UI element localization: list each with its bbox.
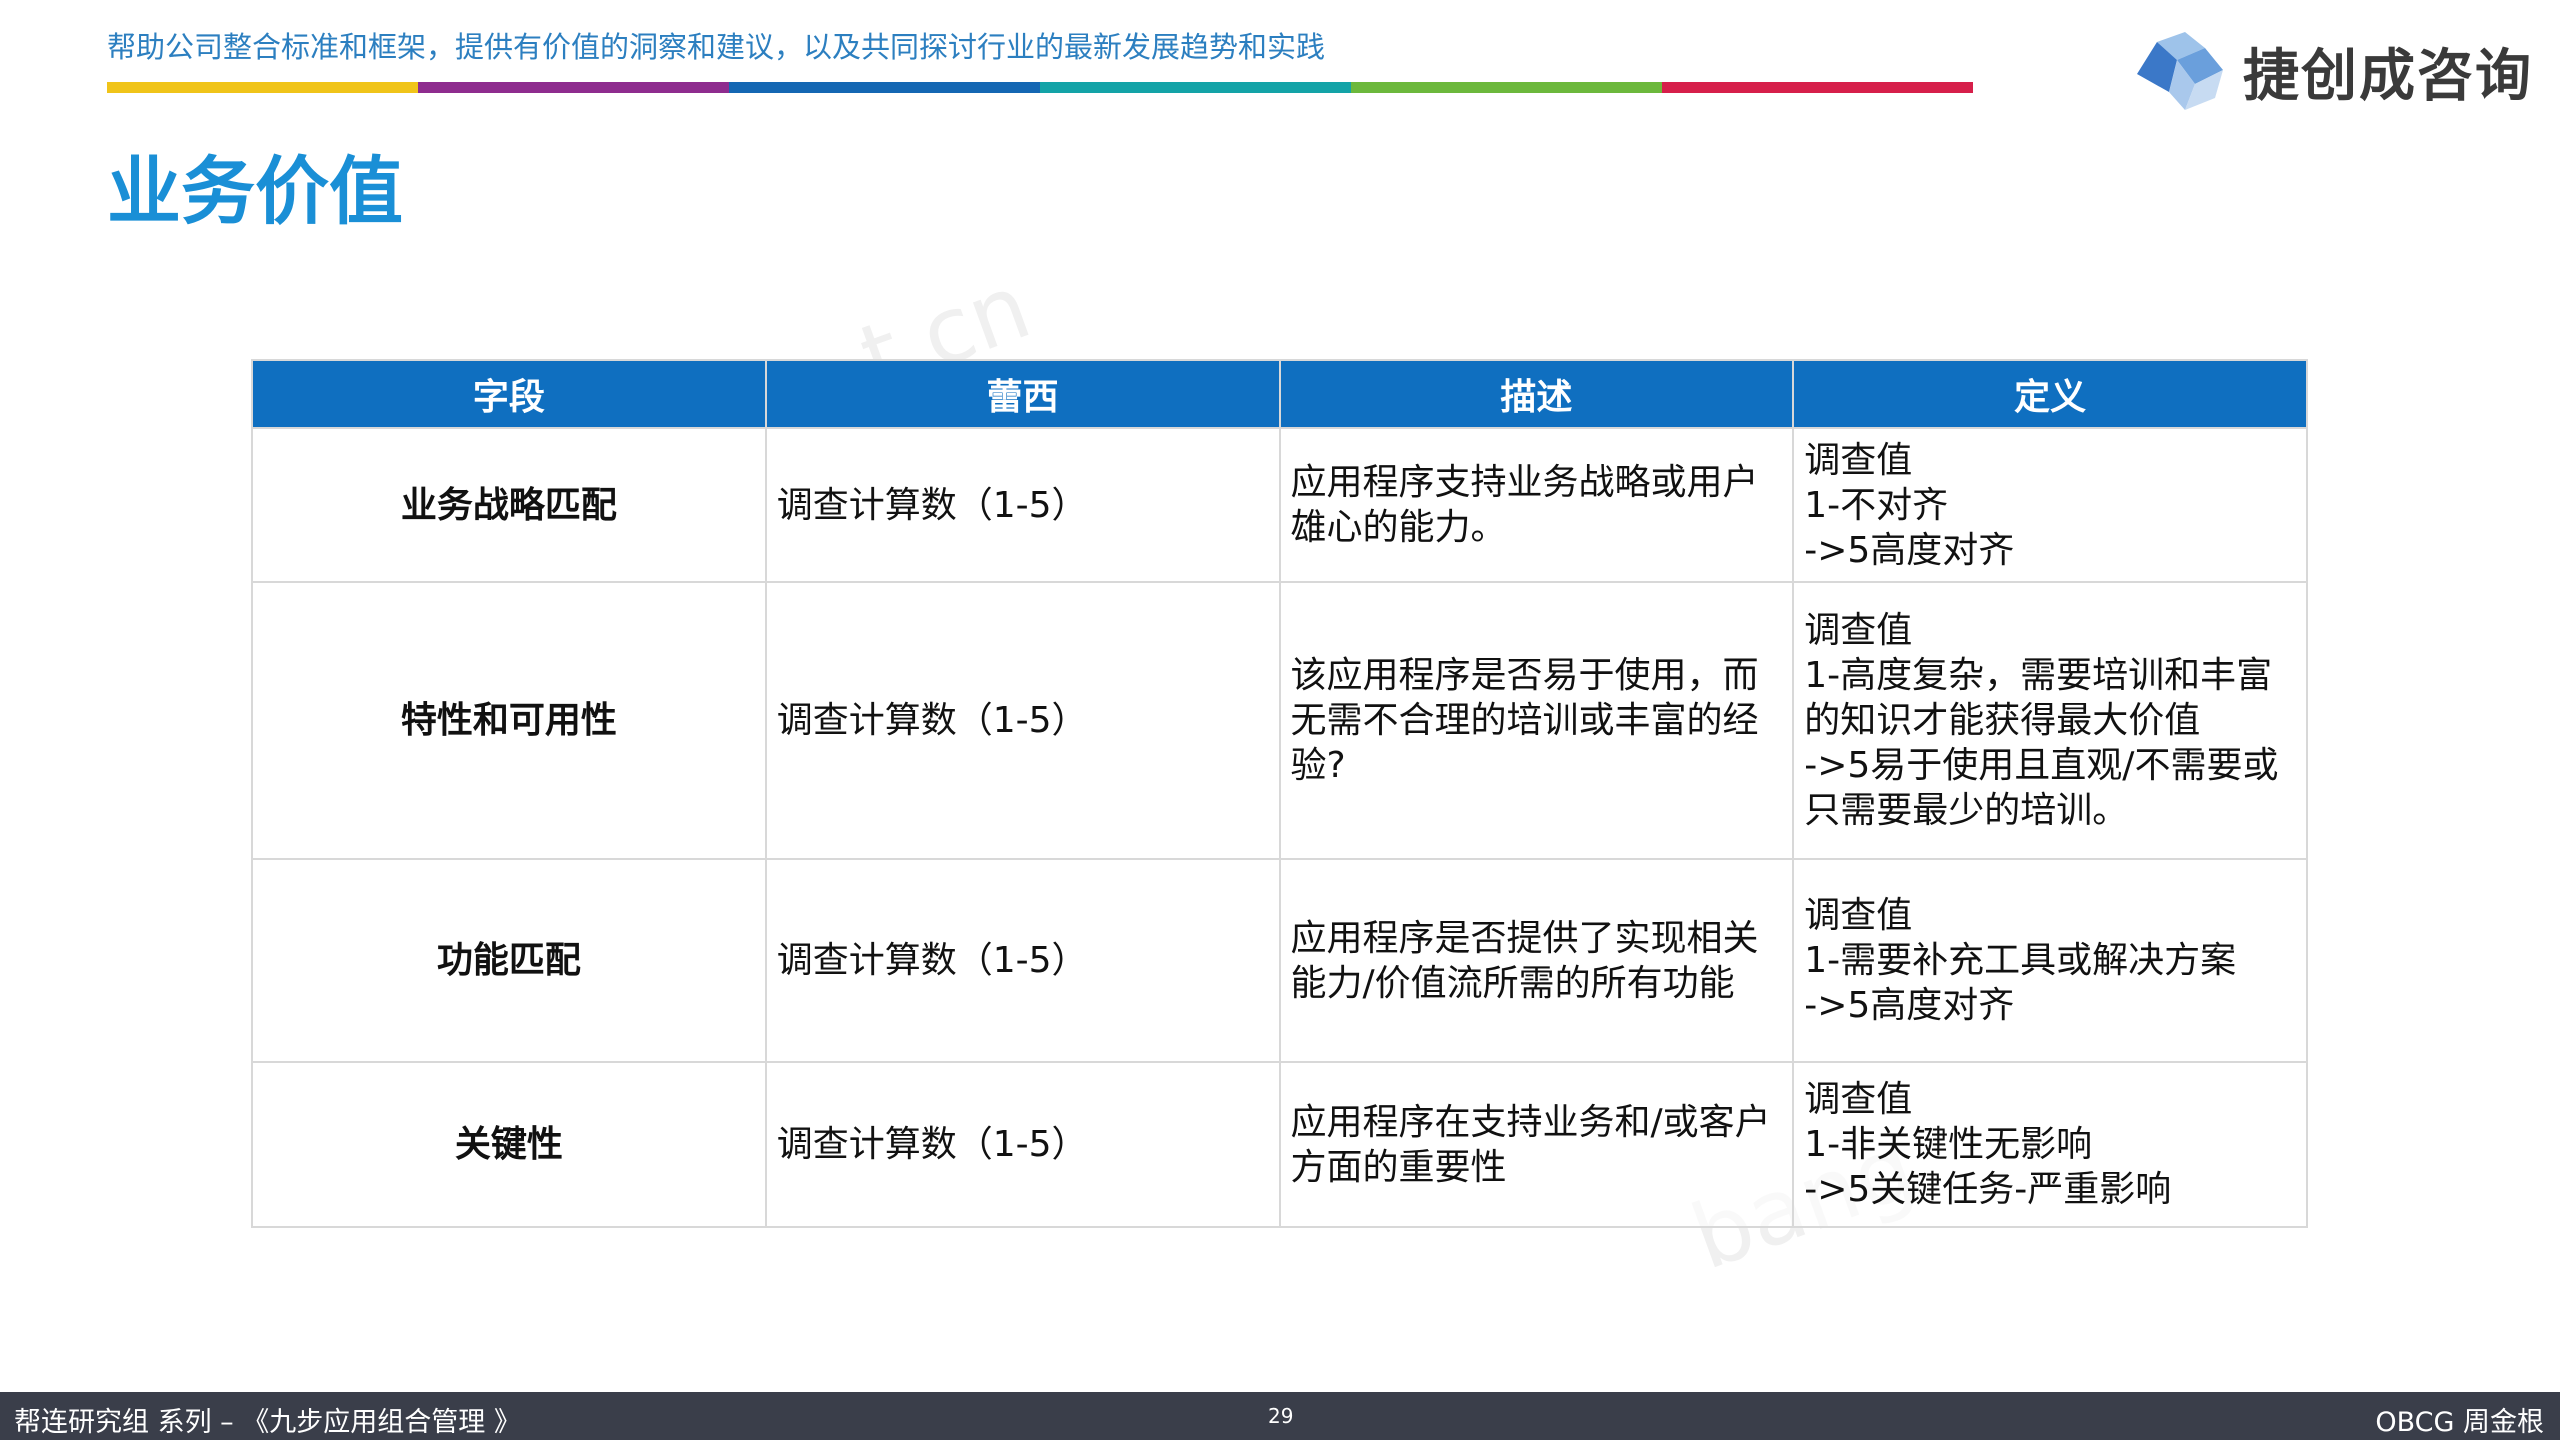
column-header: 蕾西 — [764, 359, 1281, 429]
definition-cell: 调查值 1-不对齐 ->5高度对齐 — [1792, 427, 2308, 583]
page-title: 业务价值 — [107, 149, 403, 235]
description-cell: 应用程序支持业务战略或用户雄心的能力。 — [1278, 427, 1795, 583]
table-header-row: 字段 蕾西 描述 定义 — [251, 359, 2308, 429]
leixi-cell: 调查计算数（1-5） — [764, 427, 1281, 583]
cube-logo-icon — [2137, 32, 2223, 110]
company-logo: 捷创成咨询 — [2135, 30, 2533, 112]
field-cell: 特性和可用性 — [251, 581, 767, 860]
footer-bar: 帮连研究组 系列 – 《九步应用组合管理 》 29 OBCG 周金根 — [0, 1392, 2560, 1440]
color-bar-segment — [1351, 82, 1662, 93]
business-value-table: 字段 蕾西 描述 定义 业务战略匹配 调查计算数（1-5） 应用程序支持业务战略… — [251, 359, 2308, 1228]
field-cell: 关键性 — [251, 1061, 767, 1228]
description-cell: 应用程序是否提供了实现相关能力/价值流所需的所有功能 — [1278, 858, 1795, 1063]
footer-author: OBCG 周金根 — [2375, 1407, 2544, 1438]
page-number: 29 — [1268, 1404, 1294, 1428]
table-row: 特性和可用性 调查计算数（1-5） 该应用程序是否易于使用，而无需不合理的培训或… — [251, 581, 2308, 860]
leixi-cell: 调查计算数（1-5） — [764, 1061, 1281, 1228]
color-bar-segment — [1662, 82, 1973, 93]
leixi-cell: 调查计算数（1-5） — [764, 858, 1281, 1063]
definition-cell: 调查值 1-非关键性无影响 ->5关键任务-严重影响 — [1792, 1061, 2308, 1228]
column-header: 字段 — [251, 359, 767, 429]
definition-cell: 调查值 1-需要补充工具或解决方案 ->5高度对齐 — [1792, 858, 2308, 1063]
description-cell: 该应用程序是否易于使用，而无需不合理的培训或丰富的经验? — [1278, 581, 1795, 860]
field-cell: 业务战略匹配 — [251, 427, 767, 583]
column-header: 描述 — [1278, 359, 1795, 429]
logo-text: 捷创成咨询 — [2243, 43, 2533, 109]
header-color-bar — [107, 82, 1973, 93]
color-bar-segment — [729, 82, 1040, 93]
footer-series-label: 帮连研究组 系列 – 《九步应用组合管理 》 — [14, 1407, 521, 1438]
definition-cell: 调查值 1-高度复杂，需要培训和丰富的知识才能获得最大价值 ->5易于使用且直观… — [1792, 581, 2308, 860]
column-header: 定义 — [1792, 359, 2308, 429]
color-bar-segment — [107, 82, 418, 93]
field-cell: 功能匹配 — [251, 858, 767, 1063]
color-bar-segment — [418, 82, 729, 93]
color-bar-segment — [1040, 82, 1351, 93]
description-cell: 应用程序在支持业务和/或客户方面的重要性 — [1278, 1061, 1795, 1228]
table-row: 业务战略匹配 调查计算数（1-5） 应用程序支持业务战略或用户雄心的能力。 调查… — [251, 427, 2308, 583]
table-row: 功能匹配 调查计算数（1-5） 应用程序是否提供了实现相关能力/价值流所需的所有… — [251, 858, 2308, 1063]
header-tagline: 帮助公司整合标准和框架，提供有价值的洞察和建议，以及共同探讨行业的最新发展趋势和… — [107, 30, 1326, 64]
leixi-cell: 调查计算数（1-5） — [764, 581, 1281, 860]
table-row: 关键性 调查计算数（1-5） 应用程序在支持业务和/或客户方面的重要性 调查值 … — [251, 1061, 2308, 1228]
